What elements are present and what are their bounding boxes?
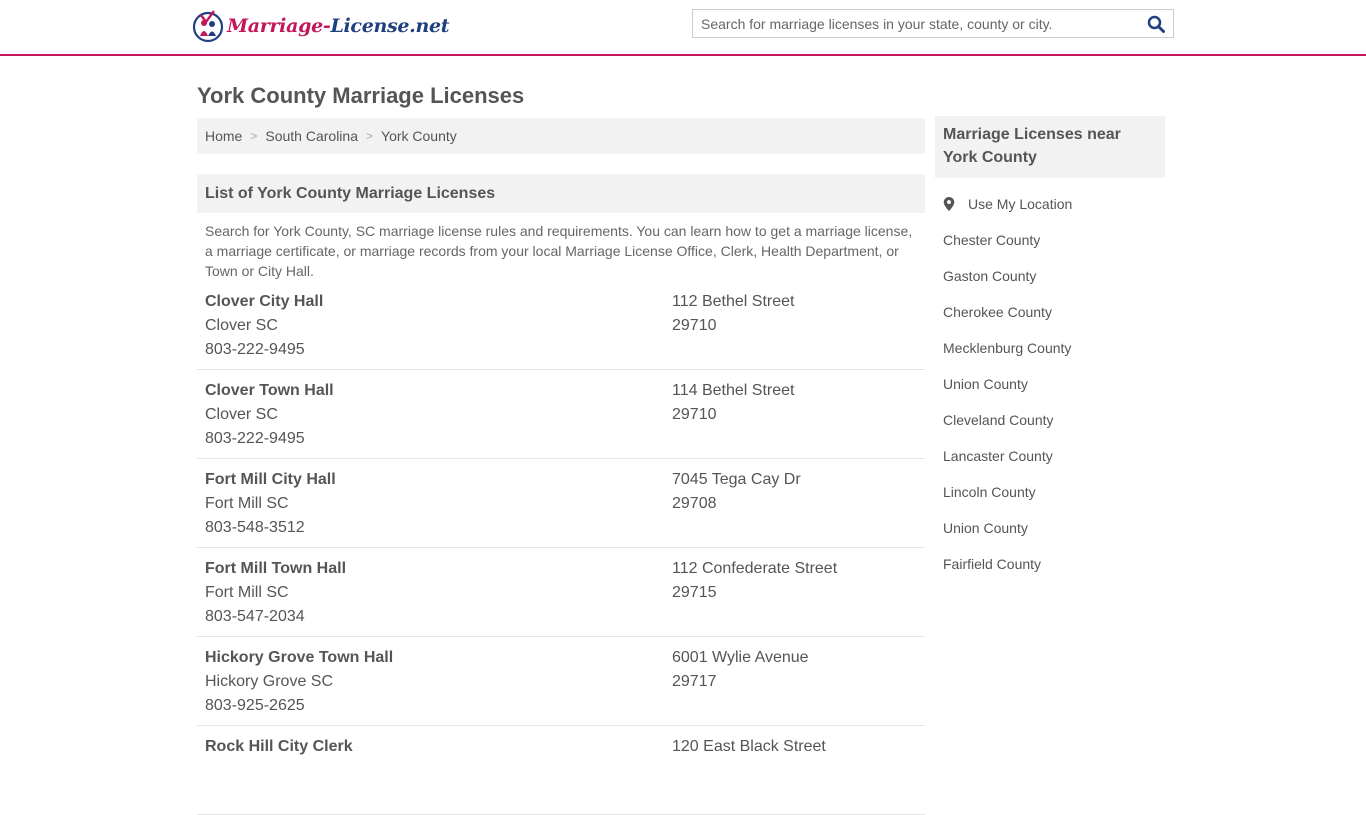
listing-zip: 29715	[672, 584, 717, 601]
sidebar-title: Marriage Licenses near York County	[935, 116, 1165, 178]
search-bar	[692, 9, 1174, 38]
listing-city: Fort Mill SC	[205, 584, 289, 601]
listing-zip: 29710	[672, 406, 717, 423]
listing-city: Hickory Grove SC	[205, 673, 334, 690]
listing-phone: 803-222-9495	[205, 341, 305, 358]
listing-street: 6001 Wylie Avenue	[672, 649, 809, 666]
listing-name[interactable]: Fort Mill Town Hall	[205, 557, 672, 581]
listing-city: Clover SC	[205, 406, 278, 423]
sidebar-county-link[interactable]: Union County	[935, 366, 1165, 402]
listing-street: 7045 Tega Cay Dr	[672, 471, 801, 488]
listing-item: Clover Town Hall Clover SC 803-222-9495 …	[197, 370, 925, 459]
logo-icon	[192, 9, 224, 43]
listing-phone: 803-222-9495	[205, 430, 305, 447]
listing-name[interactable]: Fort Mill City Hall	[205, 468, 672, 492]
sidebar-county-link[interactable]: Fairfield County	[935, 546, 1165, 582]
breadcrumb-state[interactable]: South Carolina	[265, 128, 358, 144]
listing-item: Fort Mill City Hall Fort Mill SC 803-548…	[197, 459, 925, 548]
sidebar-county-link[interactable]: Gaston County	[935, 258, 1165, 294]
listing-zip: 29717	[672, 673, 717, 690]
listing-city: Fort Mill SC	[205, 495, 289, 512]
listing-item: Fort Mill Town Hall Fort Mill SC 803-547…	[197, 548, 925, 637]
breadcrumb-county[interactable]: York County	[381, 128, 457, 144]
breadcrumb-home[interactable]: Home	[205, 128, 242, 144]
use-location-link[interactable]: Use My Location	[935, 186, 1165, 222]
sidebar-county-link[interactable]: Chester County	[935, 222, 1165, 258]
listing-zip: 29708	[672, 495, 717, 512]
listing-name[interactable]: Clover Town Hall	[205, 379, 672, 403]
breadcrumb-separator: >	[366, 129, 374, 143]
sidebar-county-link[interactable]: Lincoln County	[935, 474, 1165, 510]
logo-text: Marriage-License.net	[227, 15, 450, 37]
listing-street: 114 Bethel Street	[672, 382, 795, 399]
sidebar-county-link[interactable]: Lancaster County	[935, 438, 1165, 474]
logo-text-part1: Marriage-	[227, 15, 331, 37]
listing-street: 120 East Black Street	[672, 738, 826, 755]
search-button[interactable]	[1139, 10, 1173, 37]
sidebar-county-link[interactable]: Cleveland County	[935, 402, 1165, 438]
listing-item: Rock Hill City Clerk 120 East Black Stre…	[197, 726, 925, 815]
listing-phone: 803-925-2625	[205, 697, 305, 714]
sidebar-county-link[interactable]: Union County	[935, 510, 1165, 546]
listing-item: Hickory Grove Town Hall Hickory Grove SC…	[197, 637, 925, 726]
listing-zip: 29710	[672, 317, 717, 334]
sidebar: Marriage Licenses near York County Use M…	[935, 116, 1165, 582]
listing-street: 112 Confederate Street	[672, 560, 838, 577]
listing-phone: 803-548-3512	[205, 519, 305, 536]
listing-name[interactable]: Rock Hill City Clerk	[205, 735, 672, 759]
search-icon	[1147, 15, 1165, 33]
sidebar-county-link[interactable]: Cherokee County	[935, 294, 1165, 330]
section-title: List of York County Marriage Licenses	[197, 174, 925, 213]
listing-item: Clover City Hall Clover SC 803-222-9495 …	[197, 281, 925, 370]
breadcrumb-separator: >	[250, 129, 258, 143]
site-header: Marriage-License.net	[0, 0, 1366, 56]
listing-city: Clover SC	[205, 317, 278, 334]
search-input[interactable]	[693, 10, 1139, 37]
map-pin-icon	[943, 197, 955, 211]
page-title: York County Marriage Licenses	[197, 83, 525, 108]
listing-phone: 803-547-2034	[205, 608, 305, 625]
logo-text-part2: License.net	[330, 15, 450, 37]
listing-street: 112 Bethel Street	[672, 293, 795, 310]
sidebar-list: Use My Location Chester County Gaston Co…	[935, 186, 1165, 582]
use-location-label: Use My Location	[968, 196, 1073, 212]
sidebar-county-link[interactable]: Mecklenburg County	[935, 330, 1165, 366]
main-content: York County Marriage Licenses Home > Sou…	[197, 56, 925, 815]
listing-name[interactable]: Clover City Hall	[205, 290, 672, 314]
intro-text: Search for York County, SC marriage lice…	[205, 223, 913, 279]
breadcrumb: Home > South Carolina > York County	[197, 118, 925, 154]
listing-name[interactable]: Hickory Grove Town Hall	[205, 646, 672, 670]
site-logo[interactable]: Marriage-License.net	[192, 9, 450, 43]
